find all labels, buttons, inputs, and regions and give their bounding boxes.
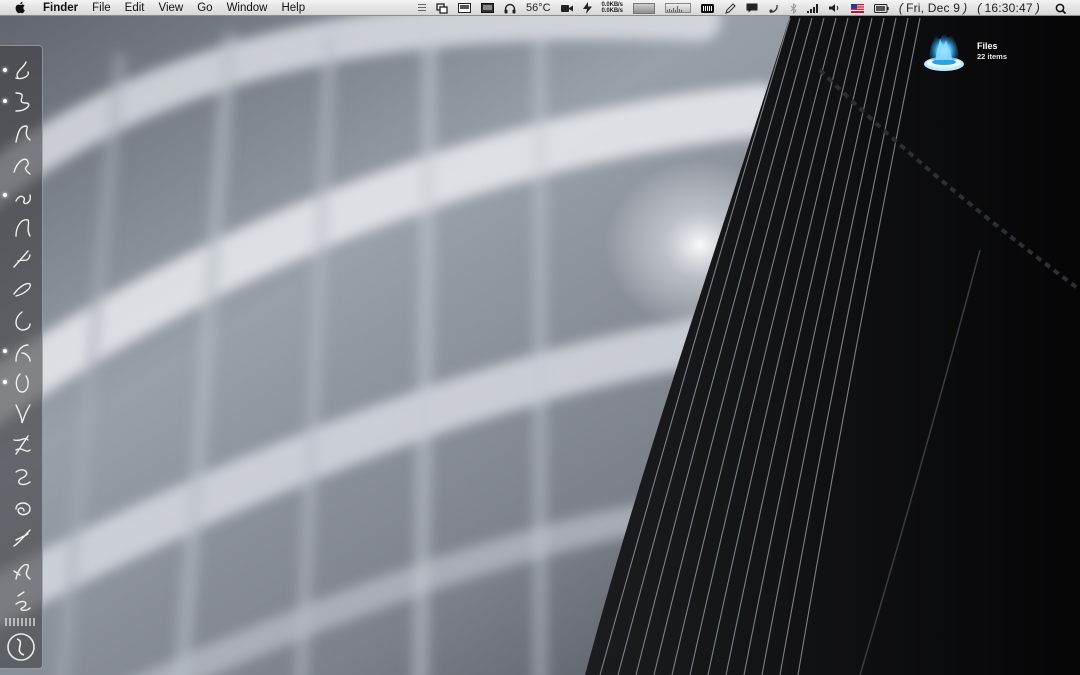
time-display[interactable]: ( 16:30:47 ) (977, 0, 1040, 16)
desktop-icon-files[interactable]: Files 22 items (920, 26, 1020, 76)
dock (0, 45, 43, 669)
disk-meter[interactable] (664, 0, 691, 16)
round-trash-icon[interactable] (6, 632, 36, 662)
desktop-icon-name: Files (977, 41, 998, 51)
glyph-app-16-icon[interactable] (8, 524, 36, 552)
glyph-app-9-icon[interactable] (8, 306, 36, 334)
menu-finder[interactable]: Finder (36, 0, 85, 16)
glyph-app-2-icon[interactable] (8, 87, 36, 115)
glyph-app-1-icon[interactable] (8, 56, 36, 84)
battery-icon[interactable] (873, 0, 889, 16)
menu-file[interactable]: File (85, 0, 118, 16)
time-open-bracket-icon: ( (977, 1, 982, 15)
glyph-app-3-icon[interactable] (8, 118, 36, 146)
glyph-app-6-icon[interactable] (8, 212, 36, 240)
glyph-app-13-icon[interactable] (8, 430, 36, 458)
pen-icon[interactable] (724, 0, 736, 16)
menu-help[interactable]: Help (274, 0, 312, 16)
glyph-app-18-icon[interactable] (8, 586, 36, 614)
message-icon[interactable] (746, 0, 758, 16)
dock-running-indicator (3, 68, 7, 72)
grip-icon[interactable] (417, 0, 426, 16)
spotlight-search-icon[interactable] (1055, 0, 1066, 16)
glyph-app-12-icon[interactable] (8, 399, 36, 427)
menu-edit[interactable]: Edit (118, 0, 152, 16)
network-rates[interactable]: 0.0KB/s 0.0KB/s (602, 0, 623, 16)
dock-running-indicator (3, 348, 7, 353)
date-close-bracket-icon: ) (963, 1, 968, 15)
us-flag-icon[interactable] (850, 0, 864, 16)
blue-flame-folder-icon (924, 30, 964, 71)
bolt-icon[interactable] (582, 0, 592, 16)
glyph-app-11-icon[interactable] (8, 368, 36, 396)
glyph-app-14-icon[interactable] (8, 462, 36, 490)
glyph-app-15-icon[interactable] (8, 493, 36, 521)
memory-meter[interactable] (632, 0, 655, 16)
menu-view[interactable]: View (152, 0, 191, 16)
glyph-app-10-icon[interactable] (8, 337, 36, 365)
window-stack-icon[interactable] (436, 0, 448, 16)
menu-go[interactable]: Go (190, 0, 219, 16)
desktop-icon-subtitle: 22 items (977, 52, 1008, 61)
camera-icon[interactable] (560, 0, 573, 16)
temperature-readout[interactable]: 56°C (526, 0, 551, 16)
date-open-bracket-icon: ( (898, 1, 904, 15)
glyph-app-17-icon[interactable] (8, 555, 36, 583)
dock-running-indicator (3, 192, 7, 197)
time-close-bracket-icon: ) (1035, 1, 1040, 15)
display-icon[interactable] (457, 0, 471, 16)
desktop-wallpaper (0, 0, 1080, 675)
apple-logo-icon[interactable] (14, 1, 28, 15)
glyph-app-4-icon[interactable] (8, 150, 36, 178)
dock-running-indicator (3, 380, 7, 384)
menu-window[interactable]: Window (220, 0, 275, 16)
battery-meter-icon[interactable] (700, 0, 715, 16)
signal-bars-icon[interactable] (806, 0, 819, 16)
dock-running-indicator (3, 99, 7, 104)
glyph-app-8-icon[interactable] (8, 274, 36, 302)
glyph-app-7-icon[interactable] (8, 243, 36, 271)
bluetooth-icon[interactable] (790, 0, 797, 16)
headphones-icon[interactable] (504, 0, 516, 16)
status-area: 56°C 0.0KB/s 0.0KB/s (Fri, Dec 9) (16… (413, 0, 1080, 16)
date-text: Fri, Dec 9 (906, 1, 961, 15)
satellite-icon[interactable] (768, 0, 780, 16)
time-text: 16:30:47 (984, 1, 1033, 15)
dock-separator (5, 618, 37, 626)
date-display[interactable]: ( Fri, Dec 9 ) (899, 0, 967, 16)
glyph-app-5-icon[interactable] (8, 181, 36, 209)
volume-icon[interactable] (828, 0, 841, 16)
net-down-rate: 0.0KB/s (601, 8, 623, 14)
menu-bar: Finder File Edit View Go Window Help 56°… (0, 0, 1080, 16)
screen-icon[interactable] (480, 0, 494, 16)
